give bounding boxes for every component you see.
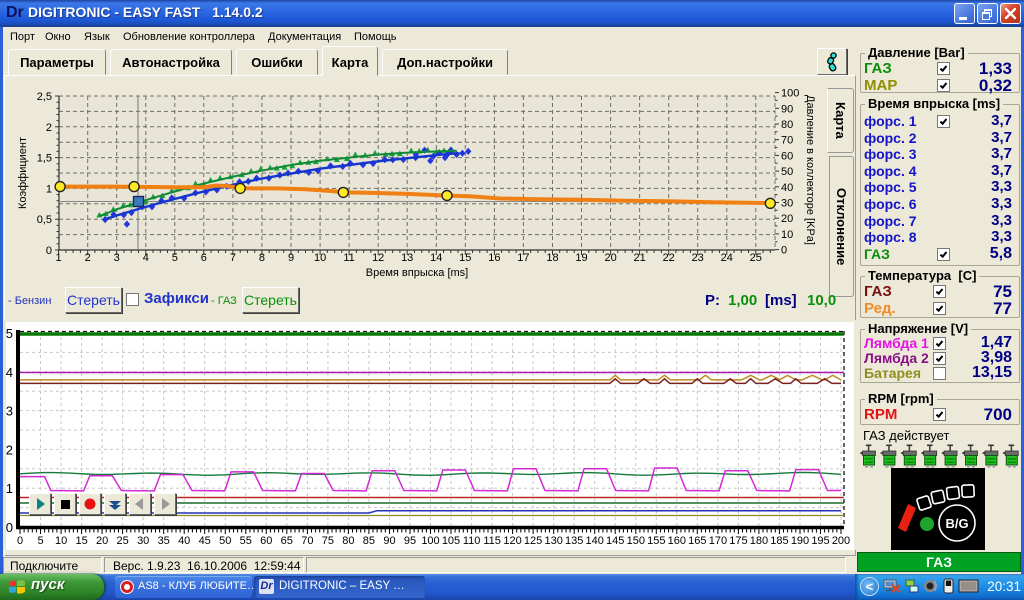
svg-text:1,5: 1,5 xyxy=(37,153,52,165)
svg-text:60: 60 xyxy=(260,535,272,547)
svg-text:22: 22 xyxy=(663,252,675,264)
svg-text:Время впрыска [ms]: Время впрыска [ms] xyxy=(366,267,468,279)
svg-text:25: 25 xyxy=(750,252,762,264)
svg-text:100: 100 xyxy=(781,88,799,100)
svg-text:18: 18 xyxy=(546,252,558,264)
svg-text:110: 110 xyxy=(463,535,481,547)
svg-text:5: 5 xyxy=(6,326,13,341)
svg-text:125: 125 xyxy=(524,535,542,547)
svg-text:10: 10 xyxy=(55,535,67,547)
svg-text:Давление в коллекторе [KPa]: Давление в коллекторе [KPa] xyxy=(804,95,816,245)
svg-text:155: 155 xyxy=(647,535,665,547)
svg-text:20: 20 xyxy=(781,213,793,225)
svg-text:1: 1 xyxy=(56,252,62,264)
svg-text:25: 25 xyxy=(116,535,128,547)
svg-text:16: 16 xyxy=(488,252,500,264)
svg-text:45: 45 xyxy=(199,535,211,547)
svg-text:B/G: B/G xyxy=(945,516,968,531)
svg-text:20: 20 xyxy=(604,252,616,264)
svg-text:200: 200 xyxy=(832,535,850,547)
svg-text:135: 135 xyxy=(565,535,583,547)
svg-text:2: 2 xyxy=(46,122,52,134)
svg-text:17: 17 xyxy=(517,252,529,264)
svg-text:10: 10 xyxy=(314,252,326,264)
svg-text:5: 5 xyxy=(172,252,178,264)
svg-text:180: 180 xyxy=(750,535,768,547)
svg-text:145: 145 xyxy=(606,535,624,547)
svg-text:115: 115 xyxy=(483,535,501,547)
svg-text:165: 165 xyxy=(688,535,706,547)
svg-text:30: 30 xyxy=(137,535,149,547)
svg-text:4: 4 xyxy=(6,365,13,380)
svg-text:12: 12 xyxy=(372,252,384,264)
svg-text:24: 24 xyxy=(721,252,733,264)
svg-text:185: 185 xyxy=(770,535,788,547)
svg-text:130: 130 xyxy=(545,535,563,547)
svg-text:195: 195 xyxy=(811,535,829,547)
svg-text:9: 9 xyxy=(288,252,294,264)
svg-text:2: 2 xyxy=(6,442,13,457)
svg-text:50: 50 xyxy=(781,166,793,178)
svg-text:20: 20 xyxy=(96,535,108,547)
svg-text:6: 6 xyxy=(201,252,207,264)
svg-text:30: 30 xyxy=(781,198,793,210)
svg-text:40: 40 xyxy=(178,535,190,547)
svg-text:80: 80 xyxy=(781,119,793,131)
svg-text:55: 55 xyxy=(240,535,252,547)
svg-text:15: 15 xyxy=(459,252,471,264)
svg-text:8: 8 xyxy=(259,252,265,264)
svg-text:190: 190 xyxy=(791,535,809,547)
svg-text:140: 140 xyxy=(586,535,604,547)
svg-text:7: 7 xyxy=(230,252,236,264)
svg-text:0: 0 xyxy=(17,535,23,547)
svg-text:65: 65 xyxy=(281,535,293,547)
svg-text:23: 23 xyxy=(692,252,704,264)
svg-text:2,5: 2,5 xyxy=(37,91,52,103)
svg-text:80: 80 xyxy=(342,535,354,547)
svg-text:14: 14 xyxy=(430,252,442,264)
svg-text:3: 3 xyxy=(6,404,13,419)
svg-text:35: 35 xyxy=(158,535,170,547)
svg-text:90: 90 xyxy=(383,535,395,547)
svg-text:150: 150 xyxy=(627,535,645,547)
svg-text:160: 160 xyxy=(668,535,686,547)
svg-text:3: 3 xyxy=(114,252,120,264)
svg-text:19: 19 xyxy=(575,252,587,264)
svg-text:75: 75 xyxy=(322,535,334,547)
svg-text:5: 5 xyxy=(37,535,43,547)
svg-text:10: 10 xyxy=(781,229,793,241)
svg-text:13: 13 xyxy=(401,252,413,264)
svg-text:70: 70 xyxy=(301,535,313,547)
svg-text:120: 120 xyxy=(503,535,521,547)
svg-text:95: 95 xyxy=(404,535,416,547)
svg-text:Коэффициент: Коэффициент xyxy=(17,137,29,209)
svg-text:90: 90 xyxy=(781,103,793,115)
svg-text:175: 175 xyxy=(729,535,747,547)
svg-text:1: 1 xyxy=(6,481,13,496)
svg-text:170: 170 xyxy=(709,535,727,547)
svg-text:0: 0 xyxy=(6,520,13,535)
svg-text:105: 105 xyxy=(442,535,460,547)
svg-text:100: 100 xyxy=(421,535,439,547)
svg-text:1: 1 xyxy=(46,183,52,195)
svg-text:0,5: 0,5 xyxy=(37,214,52,226)
svg-text:4: 4 xyxy=(143,252,149,264)
svg-text:40: 40 xyxy=(781,182,793,194)
svg-text:0: 0 xyxy=(781,245,787,257)
svg-text:50: 50 xyxy=(219,535,231,547)
svg-text:21: 21 xyxy=(633,252,645,264)
svg-text:70: 70 xyxy=(781,135,793,147)
svg-text:11: 11 xyxy=(343,252,354,264)
svg-text:60: 60 xyxy=(781,150,793,162)
svg-text:2: 2 xyxy=(85,252,91,264)
svg-text:0: 0 xyxy=(46,245,52,257)
svg-text:15: 15 xyxy=(75,535,87,547)
svg-text:85: 85 xyxy=(363,535,375,547)
